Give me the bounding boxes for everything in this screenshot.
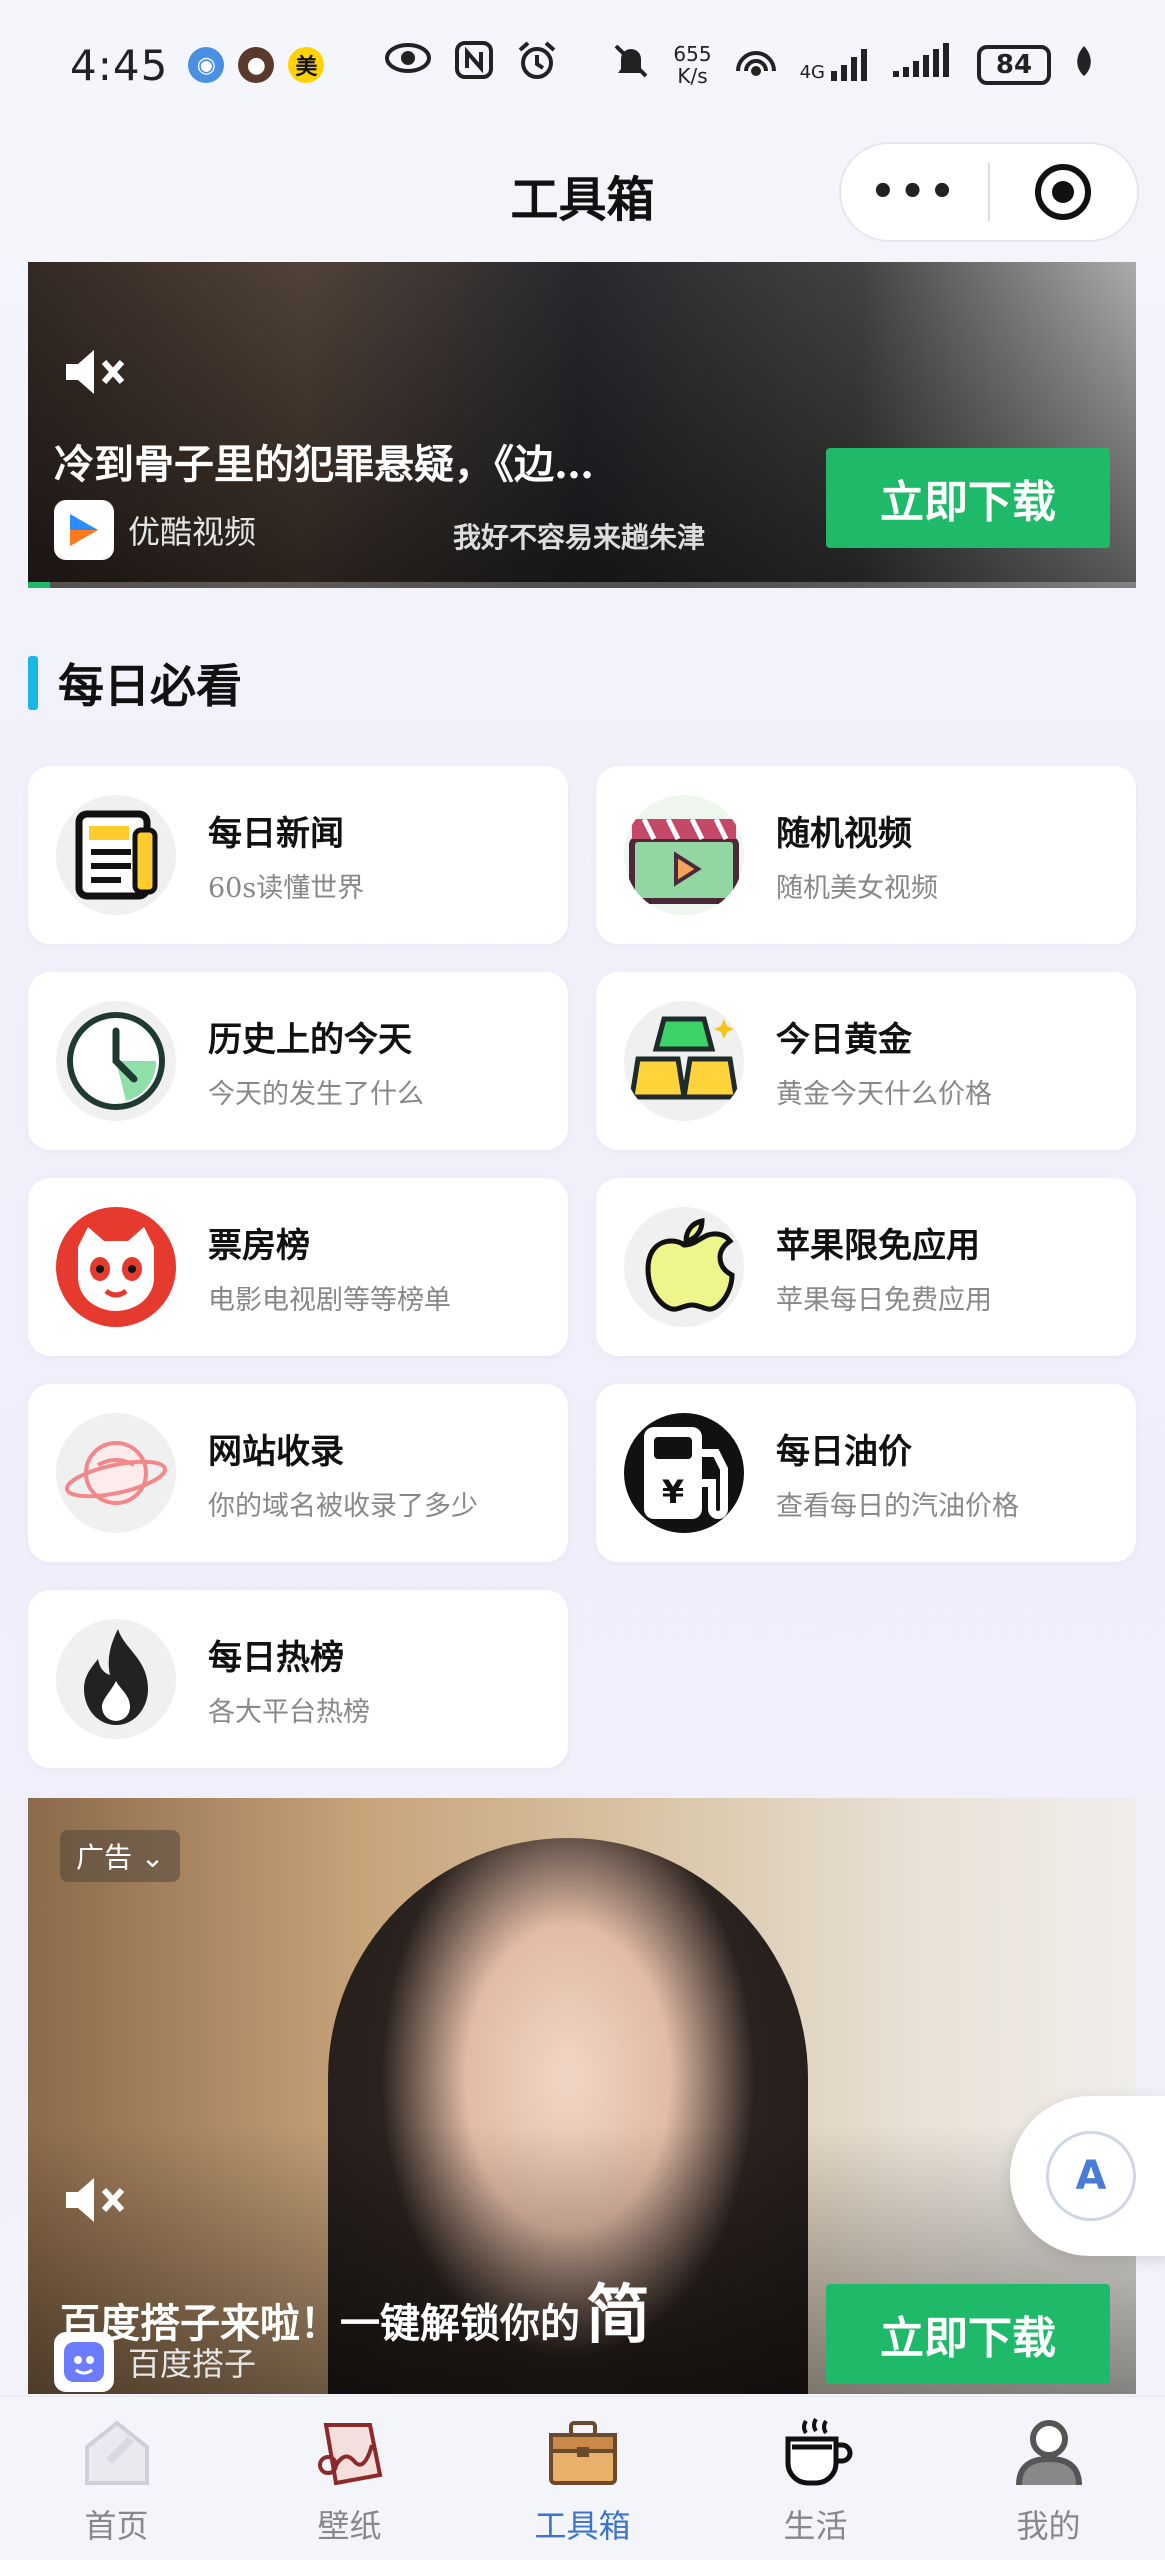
tool-card-apple-free[interactable]: 苹果限免应用 苹果每日免费应用 (596, 1178, 1136, 1356)
tool-card-gold-price[interactable]: 今日黄金 黄金今天什么价格 (596, 972, 1136, 1150)
avatar-notif-icon: ● (238, 47, 275, 83)
card-title: 每日油价 (776, 1432, 912, 1472)
signal-icon (891, 43, 955, 87)
tab-home[interactable]: 首页 (0, 2397, 233, 2560)
ad-label[interactable]: 广告 ⌄ (60, 1830, 181, 1882)
tab-mine[interactable]: 我的 (932, 2397, 1165, 2560)
mute-bell-icon (611, 41, 651, 89)
status-time: 4:45 (70, 40, 169, 90)
section-title: 每日必看 (58, 659, 242, 713)
card-title: 今日黄金 (776, 1020, 912, 1060)
tool-card-daily-news[interactable]: 每日新闻 60s读懂世界 (28, 766, 568, 944)
tab-label: 我的 (1016, 2507, 1081, 2545)
eye-icon (384, 40, 432, 91)
meituan-icon: 美 (288, 47, 325, 83)
target-icon (1035, 164, 1092, 220)
alarm-icon (516, 40, 558, 91)
video-subtitle: 我好不容易来趟朱津 (453, 521, 706, 554)
tab-label: 壁纸 (317, 2507, 382, 2545)
top-ad-caption: 冷到骨子里的犯罪悬疑，《边… (54, 441, 594, 488)
card-title: 网站收录 (208, 1432, 344, 1472)
tool-card-hot-list[interactable]: 每日热榜 各大平台热榜 (28, 1590, 568, 1768)
clock-icon (56, 1001, 176, 1121)
flame-icon (56, 1619, 176, 1739)
video-clapper-icon (624, 795, 744, 915)
mute-icon[interactable] (60, 2170, 130, 2230)
card-title: 每日新闻 (208, 814, 344, 854)
newspaper-icon (56, 795, 176, 915)
notification-icons: ◉ ● 美 (188, 47, 325, 83)
tab-label: 生活 (783, 2507, 848, 2545)
card-title: 历史上的今天 (208, 1020, 412, 1060)
card-desc: 60s读懂世界 (208, 873, 365, 904)
tool-card-random-video[interactable]: 随机视频 随机美女视频 (596, 766, 1136, 944)
tab-life[interactable]: 生活 (699, 2397, 932, 2560)
wallpaper-icon (305, 2411, 395, 2495)
card-desc: 随机美女视频 (776, 873, 938, 904)
nfc-icon (454, 40, 494, 91)
card-title: 苹果限免应用 (776, 1226, 980, 1266)
card-title: 随机视频 (776, 814, 912, 854)
tool-card-history-today[interactable]: 历史上的今天 今天的发生了什么 (28, 972, 568, 1150)
cat-logo-icon (56, 1207, 176, 1327)
card-desc: 查看每日的汽油价格 (776, 1491, 1019, 1522)
card-desc: 你的域名被收录了多少 (208, 1491, 478, 1522)
card-desc: 苹果每日免费应用 (776, 1285, 992, 1316)
leaf-icon (1073, 44, 1095, 86)
toolbox-icon (538, 2411, 628, 2495)
top-ad-banner[interactable]: 冷到骨子里的犯罪悬疑，《边… 优酷视频 我好不容易来趟朱津 立即下载 (28, 262, 1136, 588)
download-button[interactable]: 立即下载 (826, 448, 1110, 548)
signal-4g-icon: 4G (800, 47, 869, 83)
card-desc: 各大平台热榜 (208, 1697, 370, 1728)
tool-card-oil-price[interactable]: ¥ 每日油价 查看每日的汽油价格 (596, 1384, 1136, 1562)
floating-translate-button[interactable]: A (1010, 2096, 1165, 2256)
planet-icon (56, 1413, 176, 1533)
card-desc: 电影电视剧等等榜单 (208, 1285, 451, 1316)
home-icon (72, 2411, 162, 2495)
nav-bar: 工具箱 ••• (0, 130, 1165, 260)
tab-toolbox[interactable]: 工具箱 (466, 2397, 699, 2560)
status-bar: 4:45 ◉ ● 美 655 K/s 4G 84 (0, 0, 1165, 130)
bottom-ad-banner[interactable]: 广告 ⌄ 百度搭子来啦！一键解锁你的简 百度搭子 立即下载 (28, 1798, 1136, 2394)
video-progress (28, 582, 1136, 588)
fuel-pump-icon: ¥ (624, 1413, 744, 1533)
top-ad-brand: 优酷视频 (54, 500, 256, 560)
coffee-cup-icon (771, 2411, 861, 2495)
tool-card-box-office[interactable]: 票房榜 电影电视剧等等榜单 (28, 1178, 568, 1356)
user-icon (1004, 2411, 1094, 2495)
card-title: 票房榜 (208, 1226, 310, 1266)
bottom-ad-brand: 百度搭子 (54, 2332, 256, 2392)
baidu-dazi-logo-icon (54, 2332, 114, 2392)
section-accent-bar (28, 656, 38, 710)
card-desc: 今天的发生了什么 (208, 1079, 424, 1110)
section-header: 每日必看 (28, 650, 242, 716)
gold-bars-icon (624, 1001, 744, 1121)
qq-icon: ◉ (188, 47, 225, 83)
svg-text:¥: ¥ (662, 1473, 684, 1511)
card-title: 每日热榜 (208, 1638, 344, 1678)
download-button[interactable]: 立即下载 (826, 2284, 1110, 2384)
youku-logo-icon (54, 500, 114, 560)
apple-icon (624, 1207, 744, 1327)
tab-label: 首页 (84, 2507, 149, 2545)
text-recognition-icon: A (1046, 2131, 1136, 2221)
battery-indicator: 84 (977, 45, 1051, 85)
more-button[interactable]: ••• (841, 169, 988, 215)
card-desc: 黄金今天什么价格 (776, 1079, 992, 1110)
bottom-tab-bar: 首页 壁纸 工具箱 生活 我的 (0, 2396, 1165, 2560)
net-speed: 655 K/s (673, 42, 712, 88)
hotspot-icon (734, 41, 778, 89)
close-miniprogram-button[interactable] (990, 164, 1137, 220)
miniprogram-capsule: ••• (839, 142, 1139, 242)
mute-icon[interactable] (60, 342, 130, 402)
tab-wallpaper[interactable]: 壁纸 (233, 2397, 466, 2560)
tool-card-site-index[interactable]: 网站收录 你的域名被收录了多少 (28, 1384, 568, 1562)
tab-label: 工具箱 (534, 2507, 631, 2545)
